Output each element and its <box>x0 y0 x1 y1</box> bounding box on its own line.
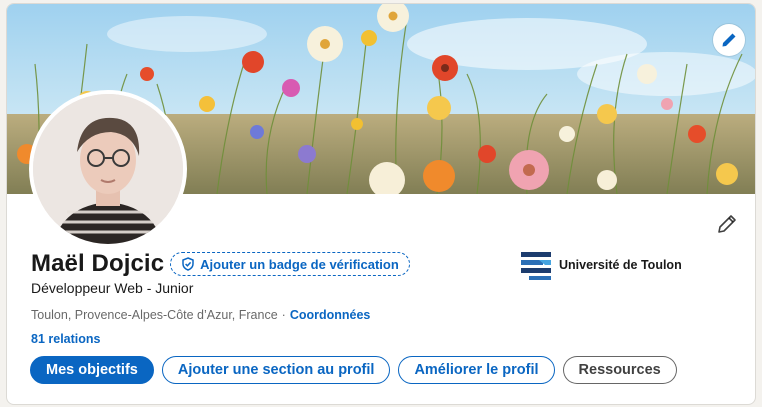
school-name: Université de Toulon <box>559 258 682 272</box>
goals-button[interactable]: Mes objectifs <box>30 356 154 384</box>
connections-link[interactable]: 81 relations <box>31 332 100 346</box>
profile-name: Maël Dojcic <box>31 250 165 277</box>
cover-edit-button[interactable] <box>713 24 745 56</box>
profile-location: Toulon, Provence-Alpes-Côte d’Azur, Fran… <box>31 308 278 322</box>
profile-edit-button[interactable] <box>713 210 741 238</box>
contact-info-link[interactable]: Coordonnées <box>290 308 371 322</box>
verification-badge-button[interactable]: Ajouter un badge de vérification <box>170 252 410 276</box>
separator-dot: · <box>281 308 286 322</box>
pencil-icon <box>718 215 736 233</box>
profile-photo <box>33 94 183 244</box>
shield-check-icon <box>182 257 194 271</box>
profile-avatar[interactable] <box>29 90 187 248</box>
profile-headline: Développeur Web - Junior <box>31 280 194 296</box>
verification-badge-label: Ajouter un badge de vérification <box>200 256 399 272</box>
add-section-button[interactable]: Ajouter une section au profil <box>161 356 391 384</box>
profile-card: Maël Dojcic Ajouter un badge de vérifica… <box>6 3 756 405</box>
name-row: Maël Dojcic Ajouter un badge de vérifica… <box>31 250 410 278</box>
resources-button[interactable]: Ressources <box>562 356 677 384</box>
location-row: Toulon, Provence-Alpes-Côte d’Azur, Fran… <box>31 308 370 322</box>
improve-profile-button[interactable]: Améliorer le profil <box>398 356 555 384</box>
profile-actions: Mes objectifs Ajouter une section au pro… <box>30 356 677 384</box>
university-logo <box>521 252 551 280</box>
pencil-icon <box>722 33 736 47</box>
education-item[interactable]: Université de Toulon <box>521 250 682 280</box>
